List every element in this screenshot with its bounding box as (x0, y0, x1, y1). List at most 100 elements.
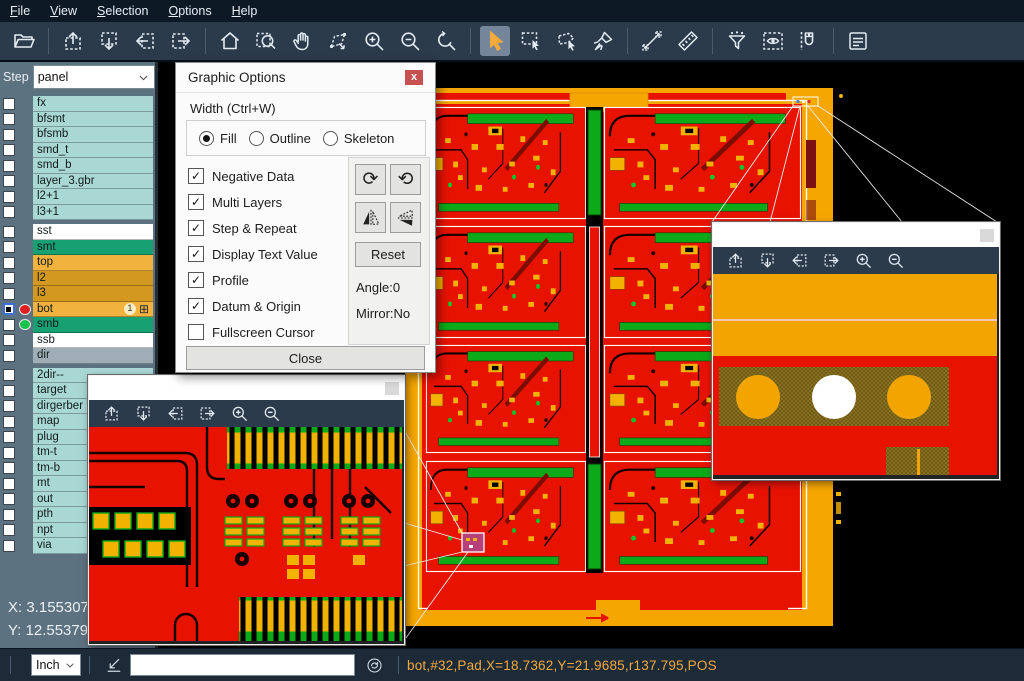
rotate-cw-button[interactable]: ⟳ (355, 164, 386, 195)
layer-row-top[interactable]: top (0, 255, 155, 271)
layer-checkbox[interactable] (3, 350, 15, 362)
layer-row-ssb[interactable]: ssb (0, 333, 155, 349)
step-repeat-grid-icon[interactable]: ⊞ (139, 303, 149, 315)
filter-button[interactable] (722, 26, 752, 56)
zoom-window-2[interactable] (712, 222, 1000, 480)
layer-checkbox[interactable] (3, 400, 15, 412)
layer-checkbox[interactable] (3, 288, 15, 300)
layer-checkbox[interactable] (3, 191, 15, 203)
layer-row-bfsmb[interactable]: bfsmb (0, 127, 155, 143)
pan-left-button[interactable] (787, 249, 811, 273)
zoom-out-button[interactable] (259, 402, 283, 426)
layer-checkbox[interactable] (3, 160, 15, 172)
layer-checkbox[interactable] (3, 524, 15, 536)
layer-row-smd_t[interactable]: smd_t (0, 143, 155, 159)
menu-view[interactable]: View (40, 4, 87, 18)
dialog-close-button[interactable]: x (405, 70, 423, 85)
close-button[interactable]: Close (186, 346, 425, 370)
layer-checkbox[interactable] (3, 206, 15, 218)
radio-fill[interactable]: Fill (199, 131, 237, 146)
pan-up-button[interactable] (58, 26, 88, 56)
pan-up-button[interactable] (723, 249, 747, 273)
layer-checkbox[interactable] (3, 257, 15, 269)
layer-checkbox[interactable] (3, 478, 15, 490)
window-button[interactable] (980, 229, 994, 242)
zoom-window-2-titlebar[interactable] (713, 223, 999, 247)
layer-checkbox[interactable] (3, 334, 15, 346)
pan-right-button[interactable] (166, 26, 196, 56)
zoom-window-button[interactable] (251, 26, 281, 56)
snap-button[interactable] (794, 26, 824, 56)
pan-right-button[interactable] (195, 402, 219, 426)
reset-button[interactable]: Reset (355, 242, 421, 267)
layer-row-sst[interactable]: sst (0, 224, 155, 240)
radio-outline[interactable]: Outline (249, 131, 311, 146)
checkbox-icon[interactable]: ✓ (188, 272, 204, 288)
layer-row-l3[interactable]: l3 (0, 286, 155, 302)
layer-checkbox[interactable] (3, 226, 15, 238)
command-input[interactable] (130, 654, 355, 676)
layer-row-smb[interactable]: smb (0, 317, 155, 333)
layer-row-dir[interactable]: dir (0, 348, 155, 364)
zoom-in-button[interactable] (851, 249, 875, 273)
layer-checkbox[interactable] (3, 98, 15, 110)
menu-help[interactable]: Help (222, 4, 268, 18)
layer-checkbox[interactable] (3, 144, 15, 156)
option-multi-layers[interactable]: ✓Multi Layers (188, 189, 318, 215)
rotate-ccw-button[interactable]: ⟲ (390, 164, 421, 195)
radio-icon[interactable] (249, 131, 264, 146)
layer-row-l3+1[interactable]: l3+1 (0, 205, 155, 221)
layer-checkbox[interactable] (3, 129, 15, 141)
option-display-text-value[interactable]: ✓Display Text Value (188, 241, 318, 267)
mirror-vertical-button[interactable] (390, 202, 421, 233)
checkbox-icon[interactable]: ✓ (188, 168, 204, 184)
layer-checkbox[interactable] (3, 113, 15, 125)
unit-select[interactable]: Inch (31, 654, 81, 676)
checkbox-icon[interactable]: ✓ (188, 298, 204, 314)
checkbox-icon[interactable]: ✓ (188, 220, 204, 236)
pan-left-button[interactable] (163, 402, 187, 426)
layer-checkbox[interactable] (3, 447, 15, 459)
checkbox-icon[interactable]: ✓ (188, 194, 204, 210)
layer-row-l2+1[interactable]: l2+1 (0, 189, 155, 205)
layer-checkbox[interactable] (3, 462, 15, 474)
menu-selection[interactable]: Selection (87, 4, 158, 18)
menu-options[interactable]: Options (158, 4, 221, 18)
layer-checkbox[interactable] (3, 385, 15, 397)
menu-file[interactable]: File (0, 4, 40, 18)
checkbox-icon[interactable]: ✓ (188, 246, 204, 262)
pan-hand-button[interactable] (287, 26, 317, 56)
option-datum-origin[interactable]: ✓Datum & Origin (188, 293, 318, 319)
zoom-out-button[interactable] (395, 26, 425, 56)
radio-skeleton[interactable]: Skeleton (323, 131, 395, 146)
move-measure-button[interactable] (323, 26, 353, 56)
zoom-previous-button[interactable] (431, 26, 461, 56)
corner-angle-icon[interactable] (104, 655, 124, 675)
select-cursor-button[interactable] (480, 26, 510, 56)
layer-checkbox[interactable] (3, 431, 15, 443)
zoom-home-button[interactable] (215, 26, 245, 56)
option-fullscreen-cursor[interactable]: Fullscreen Cursor (188, 319, 318, 345)
checkbox-icon[interactable] (188, 324, 204, 340)
layer-checkbox[interactable] (3, 540, 15, 552)
option-negative-data[interactable]: ✓Negative Data (188, 163, 318, 189)
zoom-in-button[interactable] (359, 26, 389, 56)
select-polygon-button[interactable] (552, 26, 582, 56)
step-select[interactable]: panel (33, 65, 155, 89)
mirror-horizontal-button[interactable] (355, 202, 386, 233)
layer-row-smt[interactable]: smt (0, 240, 155, 256)
layer-checkbox[interactable] (3, 416, 15, 428)
pan-down-button[interactable] (131, 402, 155, 426)
pan-up-button[interactable] (99, 402, 123, 426)
dialog-titlebar[interactable]: Graphic Options x (176, 63, 435, 93)
zoom-out-button[interactable] (883, 249, 907, 273)
zoom-in-button[interactable] (227, 402, 251, 426)
ruler-button[interactable] (673, 26, 703, 56)
layer-checkbox[interactable] (3, 241, 15, 253)
log-panel-button[interactable] (843, 26, 873, 56)
option-profile[interactable]: ✓Profile (188, 267, 318, 293)
radio-icon[interactable] (199, 131, 214, 146)
zoom-window-1[interactable] (88, 375, 405, 645)
layer-row-fx[interactable]: fx (0, 96, 155, 112)
layer-row-smd_b[interactable]: smd_b (0, 158, 155, 174)
